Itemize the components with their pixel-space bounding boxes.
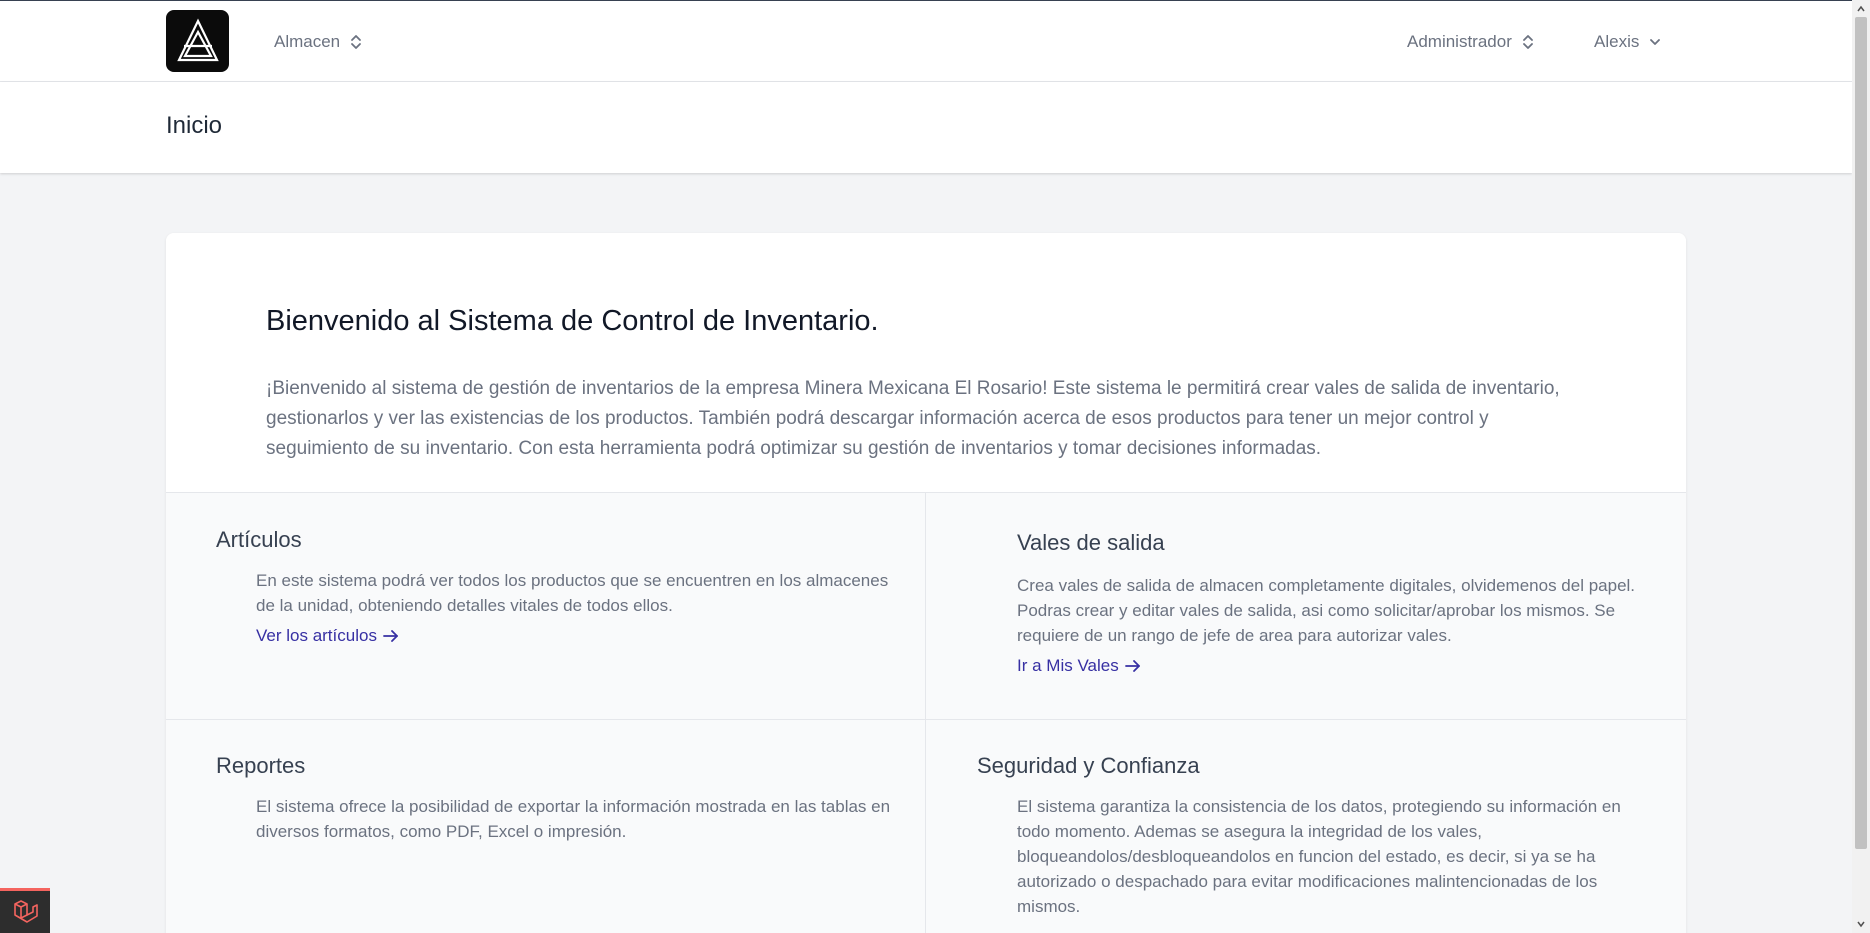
scroll-thumb[interactable] — [1855, 17, 1867, 849]
page-scrollbar[interactable] — [1852, 0, 1870, 933]
triangle-logo-icon — [176, 18, 219, 62]
articulos-link[interactable]: Ver los artículos — [256, 626, 399, 646]
vales-link-label: Ir a Mis Vales — [1017, 656, 1119, 675]
seguridad-title: Seguridad y Confianza — [977, 753, 1200, 778]
chevron-up-down-icon — [1522, 35, 1533, 49]
horizontal-divider — [166, 719, 1686, 720]
page-title: Inicio — [166, 112, 223, 139]
welcome-section: Bienvenido al Sistema de Control de Inve… — [166, 233, 1686, 493]
articulos-title: Artículos — [216, 527, 302, 552]
reportes-title: Reportes — [216, 753, 306, 778]
features-grid: Artículos En este sistema podrá ver todo… — [166, 493, 1686, 933]
role-selector[interactable]: Administrador — [1407, 29, 1534, 55]
welcome-card: Bienvenido al Sistema de Control de Inve… — [166, 233, 1686, 933]
chevron-up-down-icon — [351, 35, 362, 49]
vales-text: Crea vales de salida de almacen completa… — [1017, 576, 1636, 645]
arrow-right-icon — [383, 630, 398, 642]
vales-title: Vales de salida — [1017, 530, 1165, 555]
navbar: Almacen Administrador Alexis — [0, 1, 1852, 82]
user-menu-label: Alexis — [1594, 32, 1640, 51]
welcome-text: ¡Bienvenido al sistema de gestión de inv… — [266, 378, 1560, 459]
seguridad-text: El sistema garantiza la consistencia de … — [1017, 797, 1621, 916]
debugbar-toggle[interactable] — [0, 888, 50, 933]
arrow-right-icon — [1124, 660, 1140, 672]
app-logo[interactable] — [166, 10, 229, 72]
welcome-title: Bienvenido al Sistema de Control de Inve… — [266, 305, 879, 337]
scroll-up-icon[interactable] — [1856, 4, 1866, 14]
vertical-divider — [925, 493, 926, 933]
warehouse-selector[interactable]: Almacen — [274, 29, 362, 55]
chevron-down-icon — [1650, 39, 1661, 45]
vales-link[interactable]: Ir a Mis Vales — [1017, 656, 1141, 676]
laravel-icon — [14, 900, 38, 923]
articulos-text: En este sistema podrá ver todos los prod… — [256, 571, 889, 615]
role-selector-label: Administrador — [1407, 32, 1512, 51]
warehouse-selector-label: Almacen — [274, 32, 341, 51]
articulos-link-label: Ver los artículos — [256, 626, 377, 645]
reportes-text: El sistema ofrece la posibilidad de expo… — [256, 797, 891, 841]
page-header: Inicio — [0, 82, 1852, 173]
scroll-down-icon[interactable] — [1856, 919, 1866, 929]
user-menu[interactable]: Alexis — [1594, 29, 1661, 55]
